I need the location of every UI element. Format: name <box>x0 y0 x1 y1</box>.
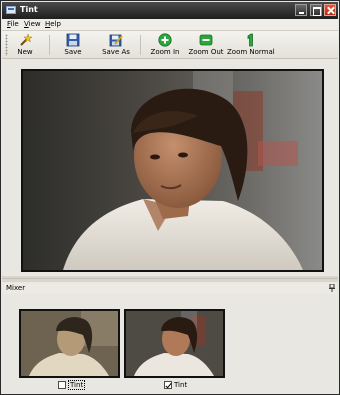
maximize-button[interactable] <box>310 4 322 16</box>
zoom-normal-label: Zoom Normal <box>227 48 275 56</box>
floppy-pen-icon <box>109 34 123 47</box>
one-icon <box>247 33 253 47</box>
checkbox-unchecked[interactable] <box>58 381 66 389</box>
new-button[interactable]: New <box>10 33 40 57</box>
new-label: New <box>17 48 33 56</box>
floppy-disk-icon <box>66 33 80 47</box>
main-photo <box>21 69 324 272</box>
portrait-image <box>23 71 322 270</box>
plus-circle-icon <box>158 33 172 47</box>
menu-view-label: iew <box>28 20 41 28</box>
magic-wand-icon <box>20 33 32 46</box>
zoom-in-label: Zoom In <box>150 48 180 56</box>
tint-checkbox-1-label: Tint <box>68 380 86 390</box>
app-window: Tint File View Help New Save Save As Zoo… <box>0 0 340 395</box>
menu-help[interactable]: Help <box>45 20 61 28</box>
close-button[interactable] <box>324 4 336 16</box>
thumbnail-sepia-image <box>21 311 118 376</box>
menu-bar: File View Help <box>2 19 338 31</box>
menu-file-label: ile <box>10 20 19 28</box>
app-icon <box>6 6 16 14</box>
save-label: Save <box>64 48 82 56</box>
pin-icon[interactable] <box>329 284 335 292</box>
toolbar-separator <box>49 35 50 55</box>
thumbnail-tinted[interactable] <box>124 309 225 378</box>
toolbar-grip[interactable] <box>5 34 8 56</box>
toolbar-separator <box>140 35 141 55</box>
menu-view[interactable]: View <box>24 20 41 28</box>
mixer-title: Mixer <box>6 284 26 292</box>
dock-splitter[interactable] <box>2 278 338 282</box>
menu-help-label: elp <box>50 20 61 28</box>
zoom-normal-button[interactable]: Zoom Normal <box>227 33 275 57</box>
image-viewer[interactable] <box>2 60 338 278</box>
thumbnail-original[interactable] <box>19 309 120 378</box>
save-as-label: Save As <box>102 48 130 56</box>
zoom-in-button[interactable]: Zoom In <box>145 33 185 57</box>
zoom-out-button[interactable]: Zoom Out <box>186 33 226 57</box>
toolbar: New Save Save As Zoom In Zoom Out Zoom N… <box>2 31 338 59</box>
thumbnail-tint-image <box>126 311 223 376</box>
window-title: Tint <box>20 5 38 14</box>
checkbox-checked[interactable] <box>164 381 172 389</box>
zoom-out-label: Zoom Out <box>188 48 224 56</box>
title-bar[interactable]: Tint <box>2 2 338 19</box>
save-button[interactable]: Save <box>58 33 88 57</box>
menu-file[interactable]: File <box>7 20 19 28</box>
minimize-button[interactable] <box>295 4 307 16</box>
tint-checkbox-2-label: Tint <box>174 381 188 389</box>
minus-circle-icon <box>199 34 213 46</box>
save-as-button[interactable]: Save As <box>98 33 134 57</box>
mixer-panel: Tint Tint <box>2 294 338 394</box>
mixer-dock-header: Mixer <box>2 283 338 294</box>
